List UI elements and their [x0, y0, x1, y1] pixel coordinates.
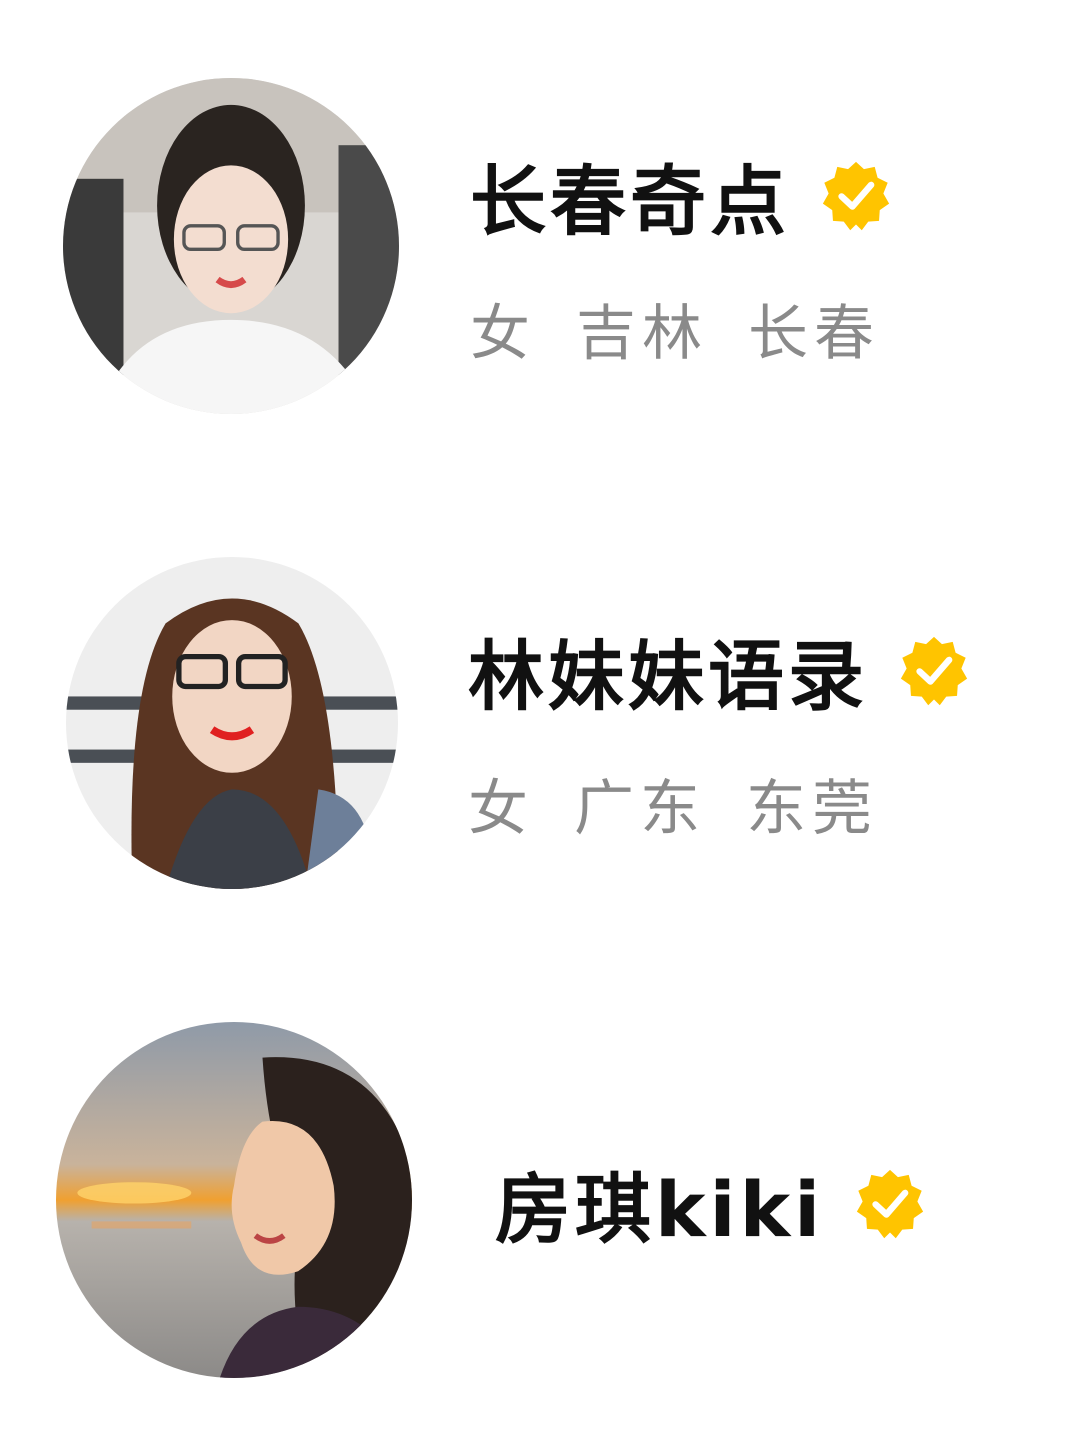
- profile-name[interactable]: 林妹妹语录: [468, 615, 868, 725]
- verified-badge-icon: [898, 634, 970, 706]
- city-label: 长春: [748, 299, 880, 369]
- gender-label: 女: [468, 774, 534, 844]
- verified-badge-icon: [820, 159, 892, 231]
- avatar[interactable]: [66, 557, 398, 889]
- profile-card[interactable]: 林妹妹语录 女 广东 东莞: [0, 480, 1080, 980]
- profile-name[interactable]: 房琪kiki: [495, 1148, 824, 1258]
- profile-info: 女 广东 东莞: [468, 760, 878, 847]
- profile-card[interactable]: 房琪kiki: [0, 980, 1080, 1439]
- province-label: 吉林: [576, 299, 708, 369]
- portrait-woman-glasses-icon: [66, 557, 398, 889]
- portrait-woman-sunset-icon: [56, 1022, 412, 1378]
- avatar[interactable]: [56, 1022, 412, 1378]
- profile-name[interactable]: 长春奇点: [470, 140, 790, 250]
- gender-label: 女: [470, 299, 536, 369]
- avatar[interactable]: [63, 78, 399, 414]
- province-label: 广东: [574, 774, 706, 844]
- city-label: 东莞: [746, 774, 878, 844]
- portrait-woman-in-car-icon: [63, 78, 399, 414]
- verified-badge-icon: [854, 1167, 926, 1239]
- profile-card[interactable]: 长春奇点 女 吉林 长春: [0, 0, 1080, 480]
- profile-info: 女 吉林 长春: [470, 285, 880, 372]
